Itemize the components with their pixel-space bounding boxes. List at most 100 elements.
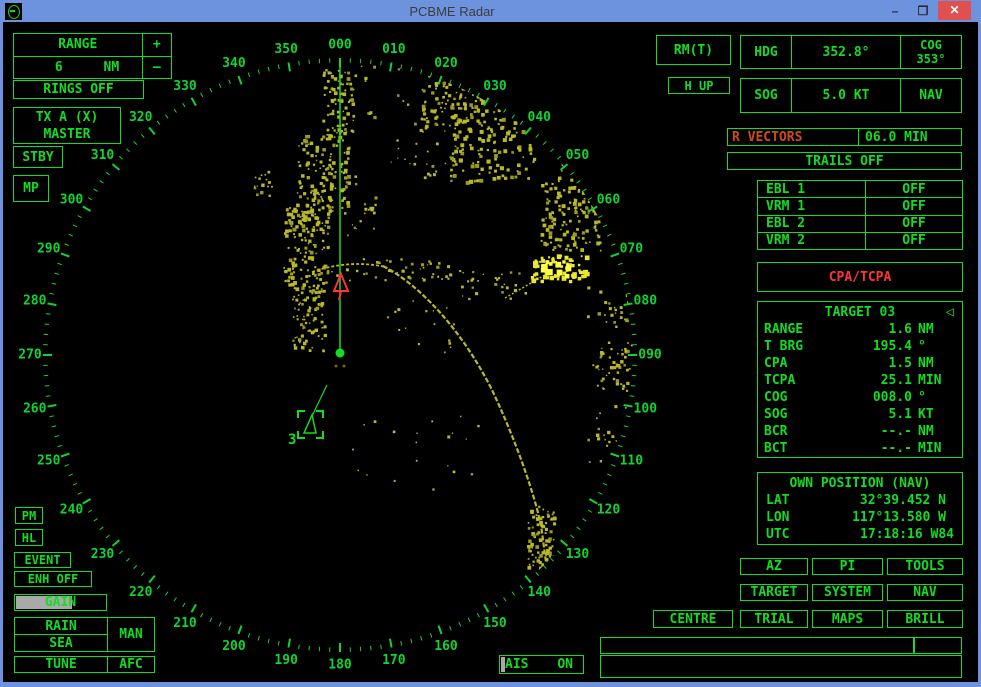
target-cog-label: COG (764, 389, 820, 406)
titlebar[interactable]: PCBME Radar – ❐ ✕ (0, 0, 981, 22)
enh-button[interactable]: ENH OFF (14, 571, 92, 587)
bearing-label: 160 (434, 639, 458, 654)
target-range-unit: NM (912, 321, 956, 338)
pm-button[interactable]: PM (15, 507, 43, 524)
bearing-label: 020 (434, 56, 458, 71)
ebl1-row[interactable]: EBL 1 OFF (758, 181, 962, 198)
rings-toggle-button[interactable]: RINGS OFF (13, 80, 144, 99)
lat-label: LAT (766, 492, 810, 509)
trails-toggle-button[interactable]: TRAILS OFF (727, 152, 962, 170)
bearing-label: 300 (60, 193, 84, 208)
range-increase-button[interactable]: + (143, 34, 171, 57)
ebl-vrm-table: EBL 1 OFF VRM 1 OFF EBL 2 OFF VRM 2 OFF (757, 180, 963, 250)
mp-button[interactable]: MP (13, 175, 49, 202)
rain-sea-box: RAIN SEA MAN (14, 617, 155, 652)
own-utc-row: UTC 17:18:16 W84 (766, 526, 954, 543)
hdg-label: HDG (741, 45, 791, 60)
bearing-label: 120 (597, 503, 621, 518)
bearing-label: 130 (566, 547, 590, 562)
bearing-label: 280 (23, 294, 47, 309)
range-decrease-button[interactable]: – (143, 57, 171, 78)
utc-label: UTC (766, 526, 810, 543)
r-vectors-value[interactable]: 06.0 MIN (859, 130, 961, 145)
hl-button[interactable]: HL (15, 529, 43, 546)
system-button[interactable]: SYSTEM (812, 584, 883, 601)
target-bct-row: BCT --.- MIN (764, 440, 956, 457)
brill-button[interactable]: BRILL (887, 610, 963, 628)
vrm1-row[interactable]: VRM 1 OFF (758, 198, 962, 215)
own-ship-marker (336, 349, 345, 358)
bearing-label: 230 (91, 547, 115, 562)
bearing-label: 010 (382, 42, 406, 57)
target-tcpa-row: TCPA 25.1 MIN (764, 372, 956, 389)
target-data-box: TARGET 03 ◁ RANGE 1.6 NM T BRG 195.4 ° C… (757, 301, 963, 458)
bearing-label: 040 (528, 110, 552, 125)
maximize-button[interactable]: ❐ (910, 2, 936, 20)
az-button[interactable]: AZ (740, 558, 808, 575)
master-label: MASTER (44, 126, 91, 143)
afc-button[interactable]: AFC (108, 657, 154, 672)
transmit-status-box[interactable]: TX A (X) MASTER (13, 107, 121, 144)
target-button[interactable]: TARGET (740, 584, 808, 601)
ais-toggle-button[interactable]: AIS ON (499, 655, 584, 674)
centre-button[interactable]: CENTRE (653, 610, 733, 628)
target-cog-row: COG 008.0 ° (764, 389, 956, 406)
vrm2-value: OFF (866, 233, 962, 248)
gain-slider[interactable]: GAIN (14, 594, 107, 611)
ebl1-label: EBL 1 (758, 181, 866, 197)
vrm1-value: OFF (866, 199, 962, 214)
bearing-label: 200 (222, 639, 246, 654)
ais-target-icon: ◁ (946, 304, 954, 321)
man-button[interactable]: MAN (108, 618, 154, 651)
coastline-echo (383, 266, 546, 562)
target-bcr-row: BCR --.- NM (764, 423, 956, 440)
window-title: PCBME Radar (22, 4, 882, 19)
target-bcr-unit: NM (912, 423, 956, 440)
rm-mode-button[interactable]: RM(T) (656, 35, 731, 65)
tx-label: TX A (X) (36, 109, 99, 126)
target-range-label: RANGE (764, 321, 820, 338)
target-sog-value: 5.1 (820, 406, 912, 423)
radar-echoes (254, 58, 637, 570)
bearing-label: 190 (274, 653, 298, 668)
target-cpa-label: CPA (764, 355, 820, 372)
cpa-tcpa-button[interactable]: CPA/TCPA (757, 262, 963, 292)
tune-button[interactable]: TUNE (15, 657, 108, 672)
message-line-1 (600, 637, 914, 654)
cog-label: COG (920, 38, 942, 52)
bearing-label: 090 (638, 348, 662, 363)
target-tcpa-label: TCPA (764, 372, 820, 389)
rain-button[interactable]: RAIN (15, 618, 107, 635)
speed-source-nav[interactable]: NAV (901, 88, 961, 103)
ais-target-dangerous[interactable] (334, 274, 348, 300)
target-sog-row: SOG 5.1 KT (764, 406, 956, 423)
sea-button[interactable]: SEA (15, 635, 107, 651)
head-up-button[interactable]: H UP (668, 77, 730, 94)
minimize-button[interactable]: – (882, 2, 908, 20)
close-button[interactable]: ✕ (938, 1, 971, 20)
tools-button[interactable]: TOOLS (887, 558, 963, 575)
maps-button[interactable]: MAPS (812, 610, 883, 628)
selection-brackets (298, 411, 323, 438)
stby-button[interactable]: STBY (13, 146, 63, 168)
r-vectors-label[interactable]: R VECTORS (728, 129, 859, 145)
target-number-label: 3 (288, 432, 296, 448)
vrm1-label: VRM 1 (758, 198, 866, 214)
message-line-1-aux (914, 637, 962, 654)
heading-readout-box: HDG 352.8° COG 353° (740, 35, 962, 69)
ebl2-row[interactable]: EBL 2 OFF (758, 216, 962, 233)
range-unit: NM (104, 60, 142, 75)
trial-button[interactable]: TRIAL (740, 610, 808, 628)
relative-vectors-box[interactable]: R VECTORS 06.0 MIN (727, 128, 962, 146)
message-line-2 (600, 655, 962, 678)
bearing-label: 170 (382, 653, 406, 668)
hdg-value: 352.8° (791, 36, 901, 68)
bearing-label: 110 (620, 454, 644, 469)
nav-button[interactable]: NAV (887, 584, 963, 601)
pi-button[interactable]: PI (812, 558, 883, 575)
event-button[interactable]: EVENT (14, 552, 71, 568)
range-label: RANGE (14, 34, 142, 57)
range-box: RANGE 6 NM + – (13, 33, 172, 79)
ais-target-selected[interactable]: 3 (288, 385, 327, 448)
vrm2-row[interactable]: VRM 2 OFF (758, 233, 962, 249)
